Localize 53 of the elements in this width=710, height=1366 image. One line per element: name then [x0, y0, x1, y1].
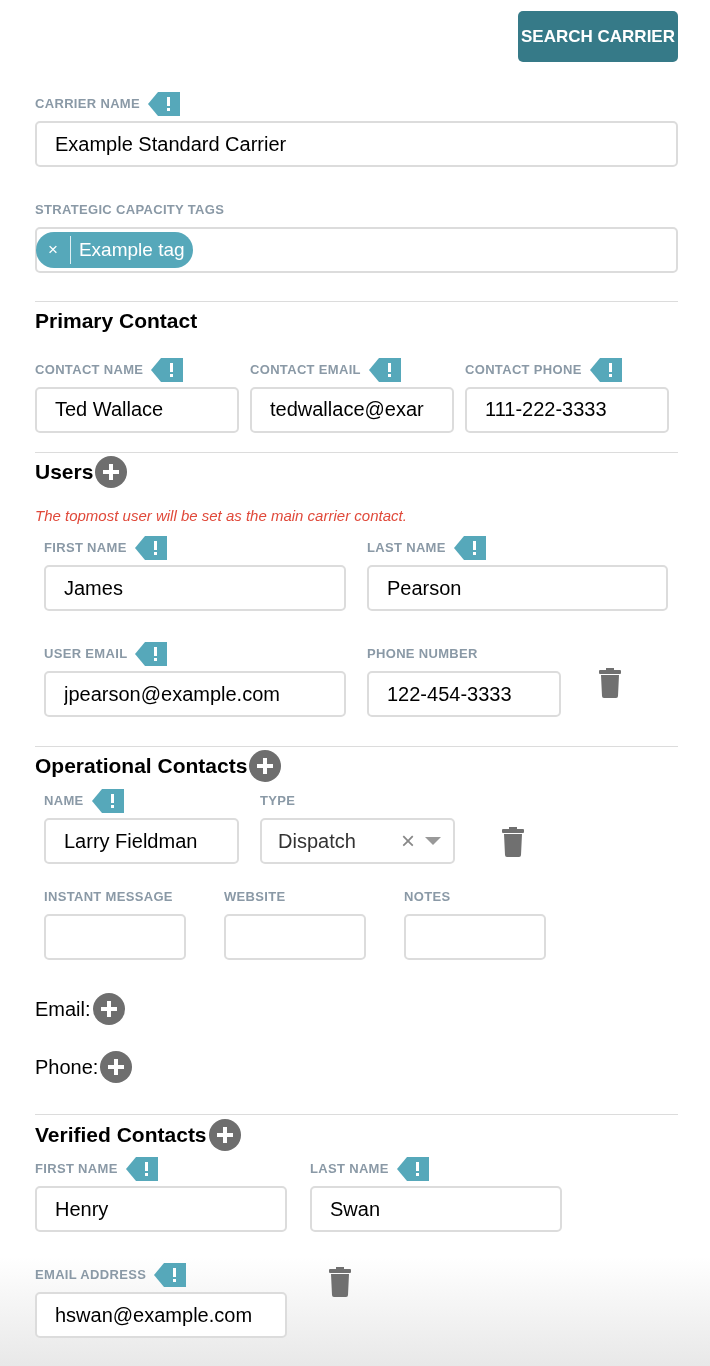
section-heading: Users	[35, 458, 94, 485]
text-field[interactable]: Larry Fieldman	[44, 818, 239, 864]
add-icon[interactable]	[249, 750, 282, 782]
field-label: NAME	[44, 792, 84, 811]
dropdown-caret-icon[interactable]	[425, 837, 441, 845]
phone-label: Phone:	[35, 1055, 99, 1080]
field-label: CONTACT EMAIL	[250, 360, 361, 379]
section-heading: Primary Contact	[35, 308, 198, 334]
field-label: LAST NAME	[367, 539, 446, 558]
trash-icon[interactable]	[501, 827, 525, 857]
field-label: WEBSITE	[224, 888, 286, 907]
tag-label: Example tag	[77, 237, 186, 262]
text-field[interactable]: James	[44, 565, 346, 611]
text-field[interactable]: Swan	[310, 1186, 562, 1232]
trash-icon[interactable]	[598, 668, 622, 698]
text-field[interactable]	[404, 914, 546, 960]
field-label: PHONE NUMBER	[367, 645, 478, 664]
email-label: Email:	[35, 997, 91, 1022]
select-value: Dispatch	[278, 829, 357, 854]
field-label: CONTACT NAME	[35, 360, 144, 379]
field-label: CONTACT PHONE	[465, 360, 582, 379]
users-note: The topmost user will be set as the main carrier contact.	[35, 505, 408, 526]
field-label: CARRIER NAME	[35, 95, 140, 114]
text-field[interactable]: Henry	[35, 1186, 287, 1232]
clear-button[interactable]: ×	[401, 823, 415, 859]
field-label: LAST NAME	[310, 1160, 389, 1179]
search-carrier-button[interactable]: SEARCH CARRIER	[518, 11, 678, 62]
add-icon[interactable]	[208, 1119, 241, 1151]
text-field[interactable]: hswan@example.com	[35, 1292, 287, 1338]
text-field[interactable]: Pearson	[367, 565, 668, 611]
section-heading: Operational Contacts	[35, 753, 248, 780]
field-label: FIRST NAME	[35, 1160, 118, 1179]
text-field[interactable]: 122-454-3333	[367, 671, 561, 717]
field-label: STRATEGIC CAPACITY TAGS	[35, 201, 225, 220]
field-label: NOTES	[404, 888, 451, 907]
text-field[interactable]: Example Standard Carrier	[35, 121, 678, 167]
field-label: EMAIL ADDRESS	[35, 1266, 147, 1285]
text-field[interactable]	[224, 914, 366, 960]
add-icon[interactable]	[92, 993, 125, 1025]
field-label: TYPE	[260, 792, 296, 811]
text-field[interactable]: Ted Wallace	[35, 386, 239, 433]
text-field[interactable]: tedwallace@exar	[250, 386, 454, 433]
text-field[interactable]: 111-222-3333	[465, 386, 669, 433]
add-icon[interactable]	[95, 455, 128, 488]
type-select[interactable]: Dispatch ×	[260, 818, 455, 864]
field-label: USER EMAIL	[44, 645, 128, 664]
field-label: INSTANT MESSAGE	[44, 888, 173, 907]
text-field[interactable]	[44, 914, 186, 960]
field-label: FIRST NAME	[44, 539, 127, 558]
add-icon[interactable]	[100, 1051, 133, 1083]
text-field[interactable]: jpearson@example.com	[44, 671, 346, 717]
trash-icon[interactable]	[328, 1267, 352, 1297]
section-heading: Verified Contacts	[35, 1122, 207, 1149]
